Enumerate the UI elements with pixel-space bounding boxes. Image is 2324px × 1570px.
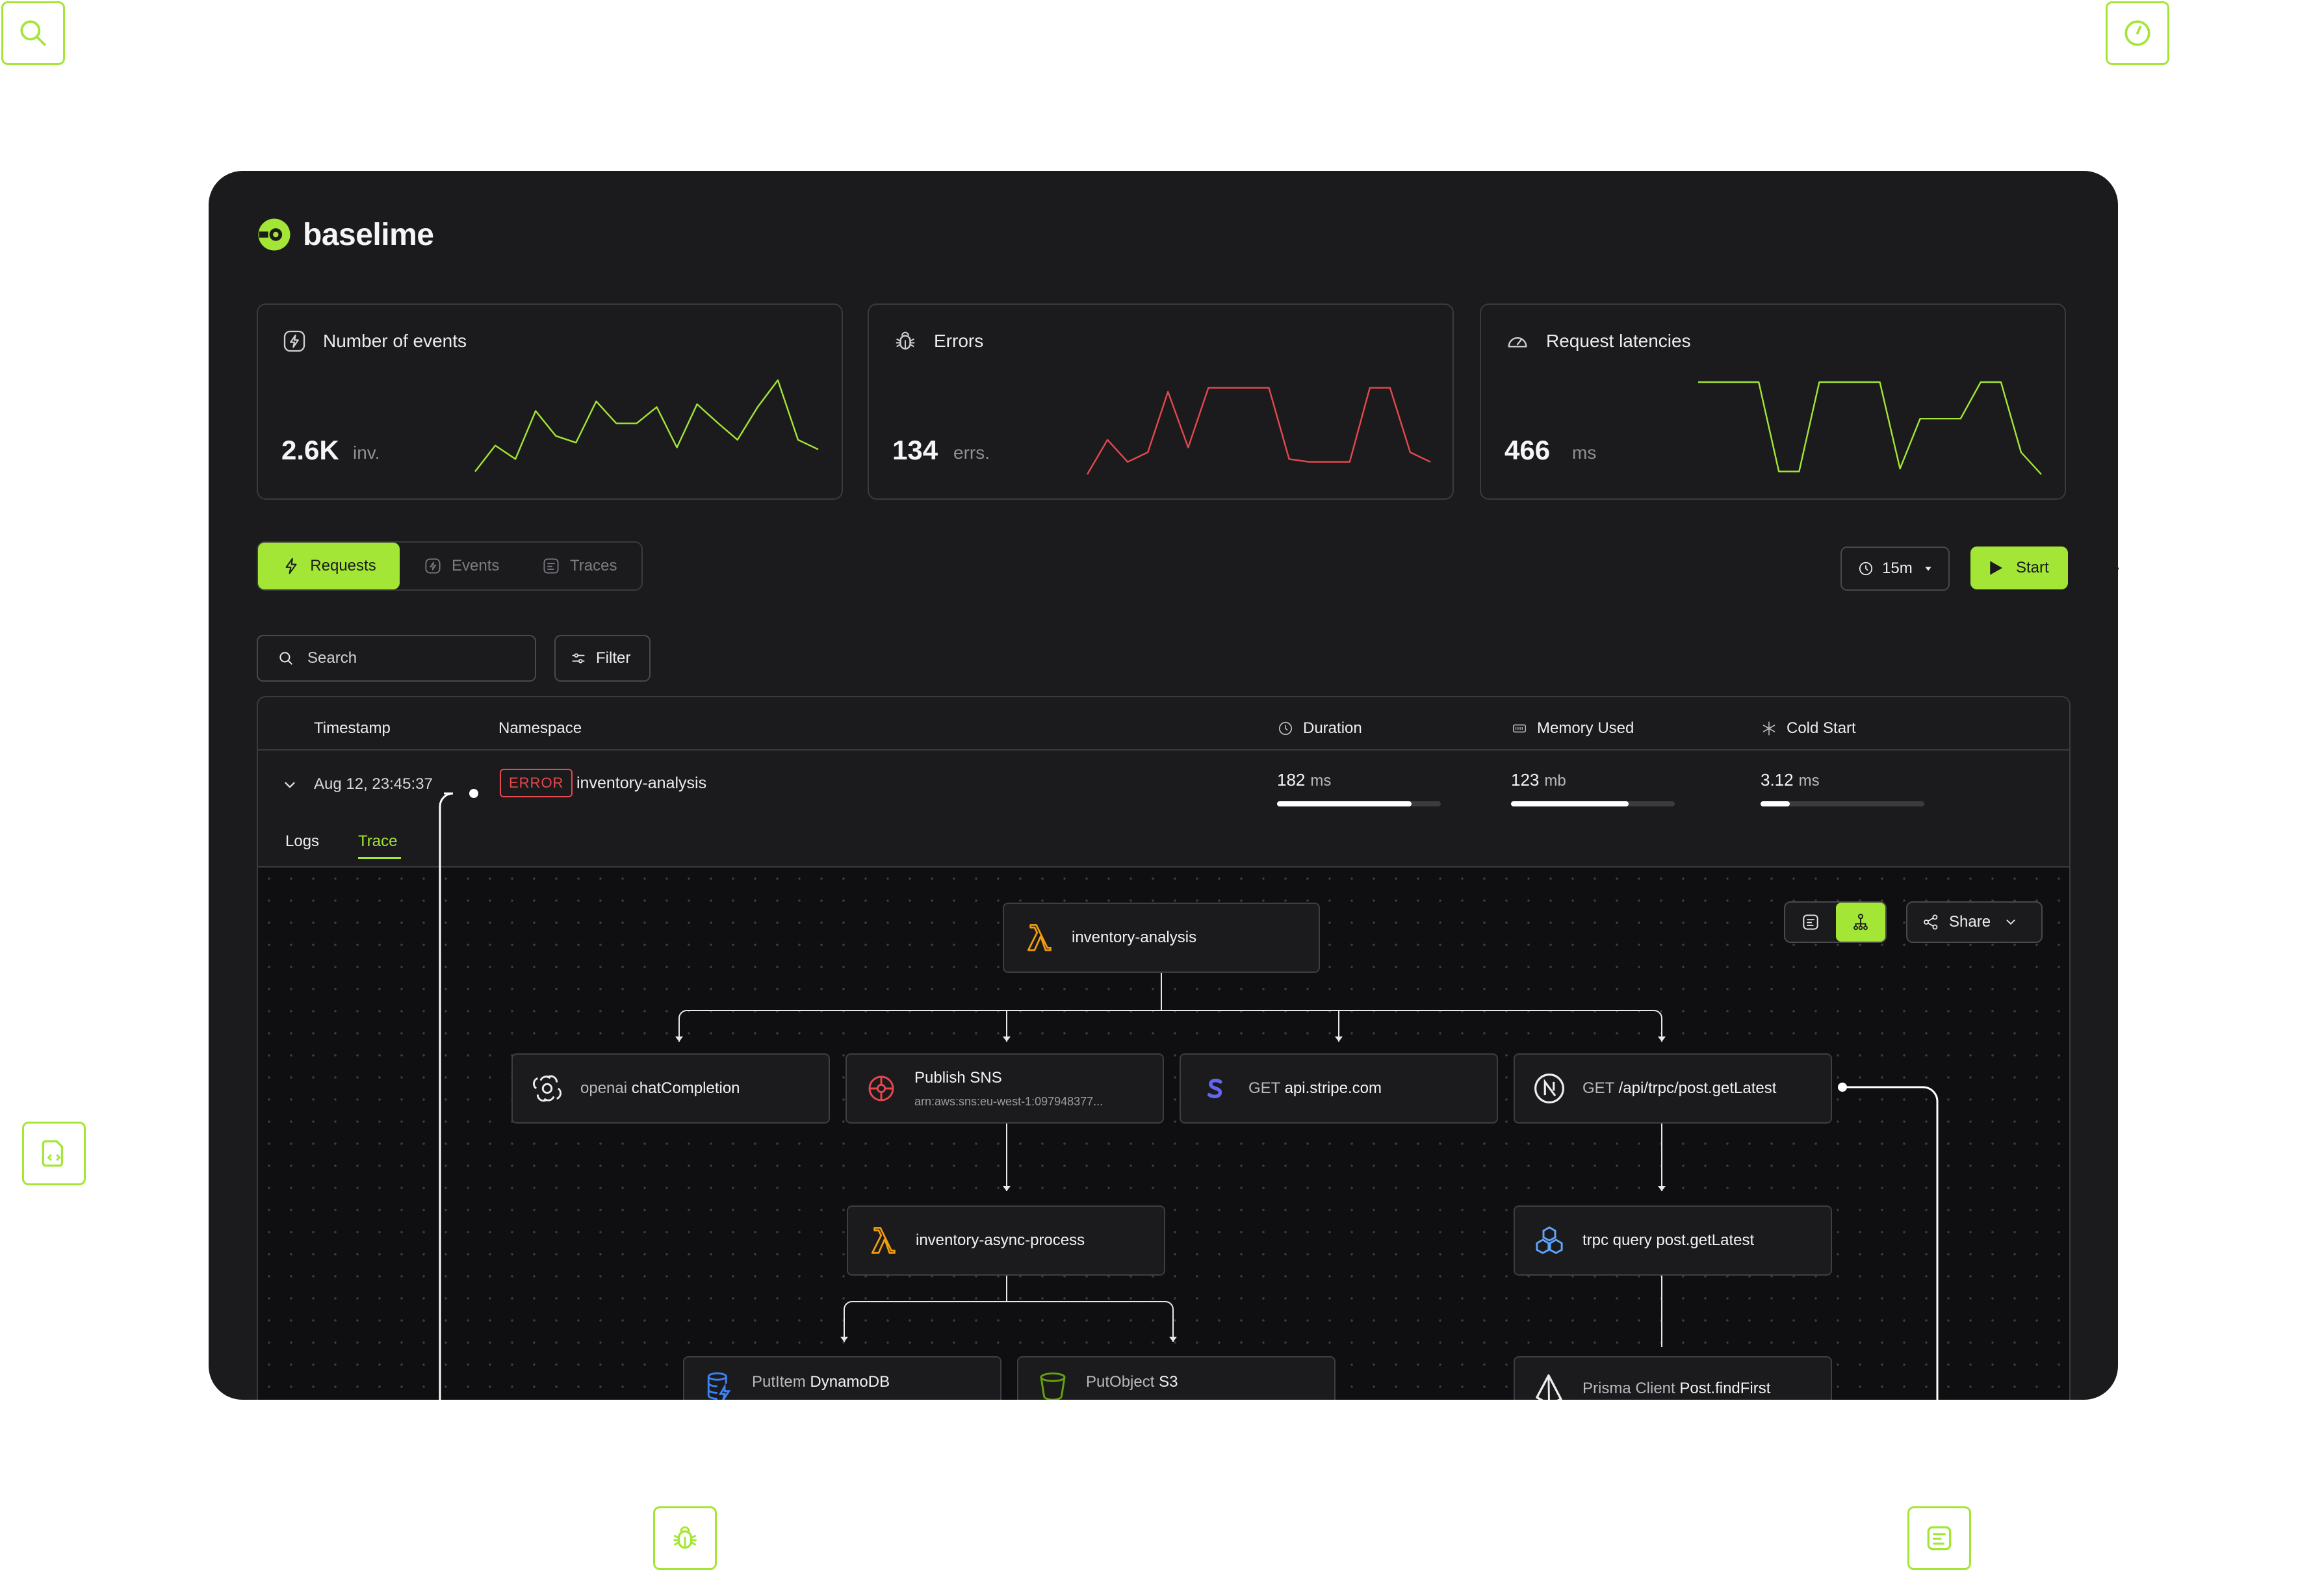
overlay-connectors (439, 789, 1939, 1400)
app-window: baselime Number of events 2.6K inv. Erro… (209, 171, 2118, 1400)
